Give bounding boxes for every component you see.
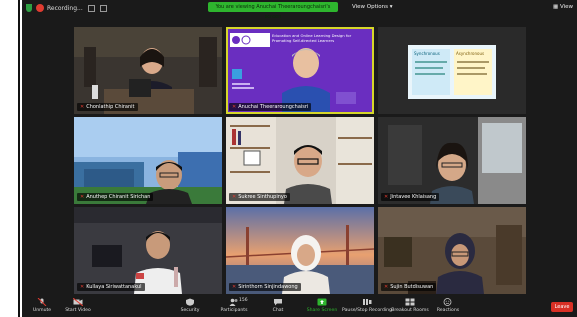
left-border: [0, 0, 20, 317]
participants-button[interactable]: 156 Participants: [214, 298, 254, 313]
shield-icon: [186, 298, 194, 306]
participant-video: [378, 207, 526, 294]
leave-button[interactable]: Leave: [551, 302, 573, 312]
mic-muted-icon: ✕: [232, 194, 237, 200]
share-screen-button[interactable]: Share Screen: [302, 298, 342, 313]
participant-name-tag: ✕ Anuchai Theeraroungchaisri: [229, 103, 312, 111]
stop-recording-icon[interactable]: [99, 4, 107, 12]
participant-video: [74, 117, 222, 204]
mic-muted-icon: ✕: [232, 284, 237, 290]
mic-muted-icon: ✕: [80, 194, 85, 200]
video-off-icon: [73, 298, 83, 306]
participant-name-tag: ✕ Sirinthorn Sinjindawong: [229, 283, 301, 291]
zoom-window: Recording... You are viewing Anuchai The…: [22, 0, 577, 317]
mic-muted-icon: ✕: [232, 104, 237, 110]
start-video-button[interactable]: Start Video: [58, 298, 98, 313]
unmute-button[interactable]: Unmute: [22, 298, 62, 313]
view-label: View: [559, 4, 573, 10]
chat-button[interactable]: Chat: [258, 298, 298, 313]
slide-right-heading: Asynchronous: [456, 51, 485, 56]
participant-video: [226, 207, 374, 294]
grid-icon: ▦: [552, 4, 560, 10]
video-tile[interactable]: ✕ Sukree Sinthupinyo: [226, 117, 374, 204]
mic-muted-icon: ✕: [384, 194, 389, 200]
record-icon: [36, 4, 44, 12]
mic-muted-icon: ✕: [80, 104, 85, 110]
chat-bubble-icon: [274, 299, 282, 306]
chevron-down-icon: ▾: [389, 4, 393, 10]
video-tile[interactable]: ✕ Anuthep Chiranit Sirichan: [74, 117, 222, 204]
participants-icon: [229, 298, 238, 306]
participant-name-tag: ✕ Kullaya Siriwattanakul: [77, 283, 145, 291]
participant-name-tag: ✕ Sukree Sinthupinyo: [229, 193, 290, 201]
participant-name-tag: ✕ Chonlathip Chiranit: [77, 103, 138, 111]
view-options-label: View Options: [352, 4, 389, 10]
video-tile[interactable]: ✕ Sujin Butdisuwan: [378, 207, 526, 294]
recording-indicator: Recording...: [36, 4, 107, 12]
meeting-controls-bar: Unmute Start Video Security 156 Particip…: [22, 296, 577, 317]
participant-video: [378, 117, 526, 204]
view-button[interactable]: ▦ View: [553, 4, 573, 10]
screen-sharing-banner: You are viewing Anuchai Theeraroungchais…: [208, 2, 338, 20]
share-screen-icon: [317, 298, 327, 306]
breakout-rooms-button[interactable]: Breakout Rooms: [390, 298, 430, 313]
participant-video: [226, 117, 374, 204]
video-tile[interactable]: ✕ Jintavee Khlaisang: [378, 117, 526, 204]
mic-muted-icon: [37, 298, 47, 306]
video-tile[interactable]: ✕ Kullaya Siriwattanakul: [74, 207, 222, 294]
pause-stop-recording-button[interactable]: Pause/Stop Recording: [342, 298, 392, 313]
participant-name-tag: ✕ Sujin Butdisuwan: [381, 283, 437, 291]
participant-video: [74, 27, 222, 114]
view-options-button[interactable]: View Options ▾: [352, 2, 393, 12]
video-tile[interactable]: ✕ Sirinthorn Sinjindawong: [226, 207, 374, 294]
video-tile[interactable]: Synchronous Asynchronous: [378, 27, 526, 114]
slide-title: Education and Online Learning Design for…: [272, 33, 352, 43]
participant-video: [74, 207, 222, 294]
mic-muted-icon: ✕: [384, 284, 389, 290]
participant-name-tag: ✕ Anuthep Chiranit Sirichan: [77, 193, 154, 201]
security-shield-icon[interactable]: [26, 4, 32, 12]
video-tile-active-speaker[interactable]: Education and Online Learning Design for…: [226, 27, 374, 114]
mic-muted-icon: ✕: [80, 284, 85, 290]
top-bar: Recording... You are viewing Anuchai The…: [22, 0, 577, 20]
participant-name-tag: ✕ Jintavee Khlaisang: [381, 193, 440, 201]
slide-left-heading: Synchronous: [414, 51, 440, 56]
video-tile[interactable]: ✕ Chonlathip Chiranit: [74, 27, 222, 114]
security-button[interactable]: Security: [170, 298, 210, 313]
breakout-rooms-icon: [405, 298, 415, 306]
pause-stop-icon: [363, 299, 372, 305]
shared-slide-thumbnail: [378, 27, 526, 114]
emoji-add-icon: [443, 298, 452, 306]
participants-count: 156: [239, 298, 248, 303]
pause-recording-icon[interactable]: [87, 4, 95, 12]
recording-label: Recording...: [47, 4, 83, 12]
reactions-button[interactable]: Reactions: [428, 298, 468, 313]
